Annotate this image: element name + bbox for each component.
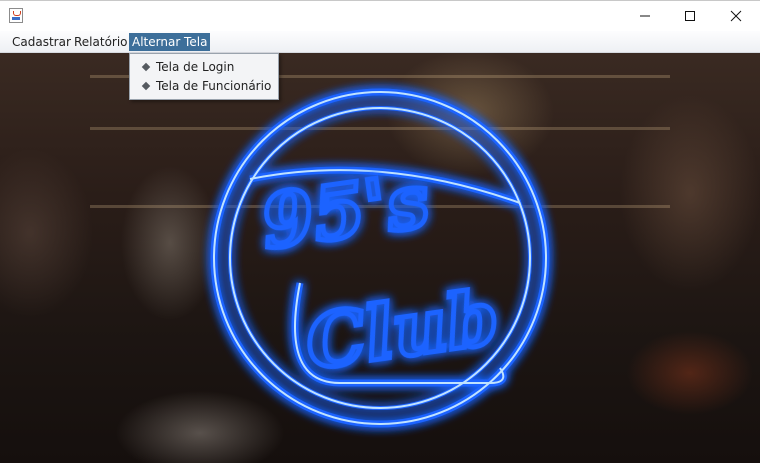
- diamond-bullet-icon: [141, 81, 151, 91]
- minimize-button[interactable]: [622, 1, 668, 31]
- maximize-icon: [685, 11, 695, 21]
- maximize-button[interactable]: [667, 1, 713, 31]
- close-button[interactable]: [713, 1, 759, 31]
- menu-item-label: Tela de Login: [156, 60, 235, 74]
- logo-text-club: Club: [301, 275, 504, 387]
- background-image: 95's Club: [0, 53, 760, 463]
- neon-logo: 95's Club: [210, 88, 550, 428]
- menu-item-label: Tela de Funcionário: [156, 79, 272, 93]
- menu-item-tela-de-login[interactable]: Tela de Login: [130, 58, 278, 77]
- menu-bar: Cadastrar Relatório Alternar Tela: [0, 31, 760, 53]
- diamond-bullet-icon: [141, 62, 151, 72]
- menu-relatorio[interactable]: Relatório: [70, 33, 132, 51]
- alternar-tela-dropdown: Tela de Login Tela de Funcionário: [129, 53, 279, 100]
- menu-alternar-tela[interactable]: Alternar Tela: [129, 33, 211, 51]
- window-titlebar: [0, 0, 760, 31]
- minimize-icon: [640, 15, 650, 17]
- menu-cadastrar[interactable]: Cadastrar: [8, 33, 75, 51]
- java-cup-icon: [9, 8, 23, 23]
- menu-item-tela-de-funcionario[interactable]: Tela de Funcionário: [130, 77, 278, 96]
- close-icon: [730, 10, 742, 22]
